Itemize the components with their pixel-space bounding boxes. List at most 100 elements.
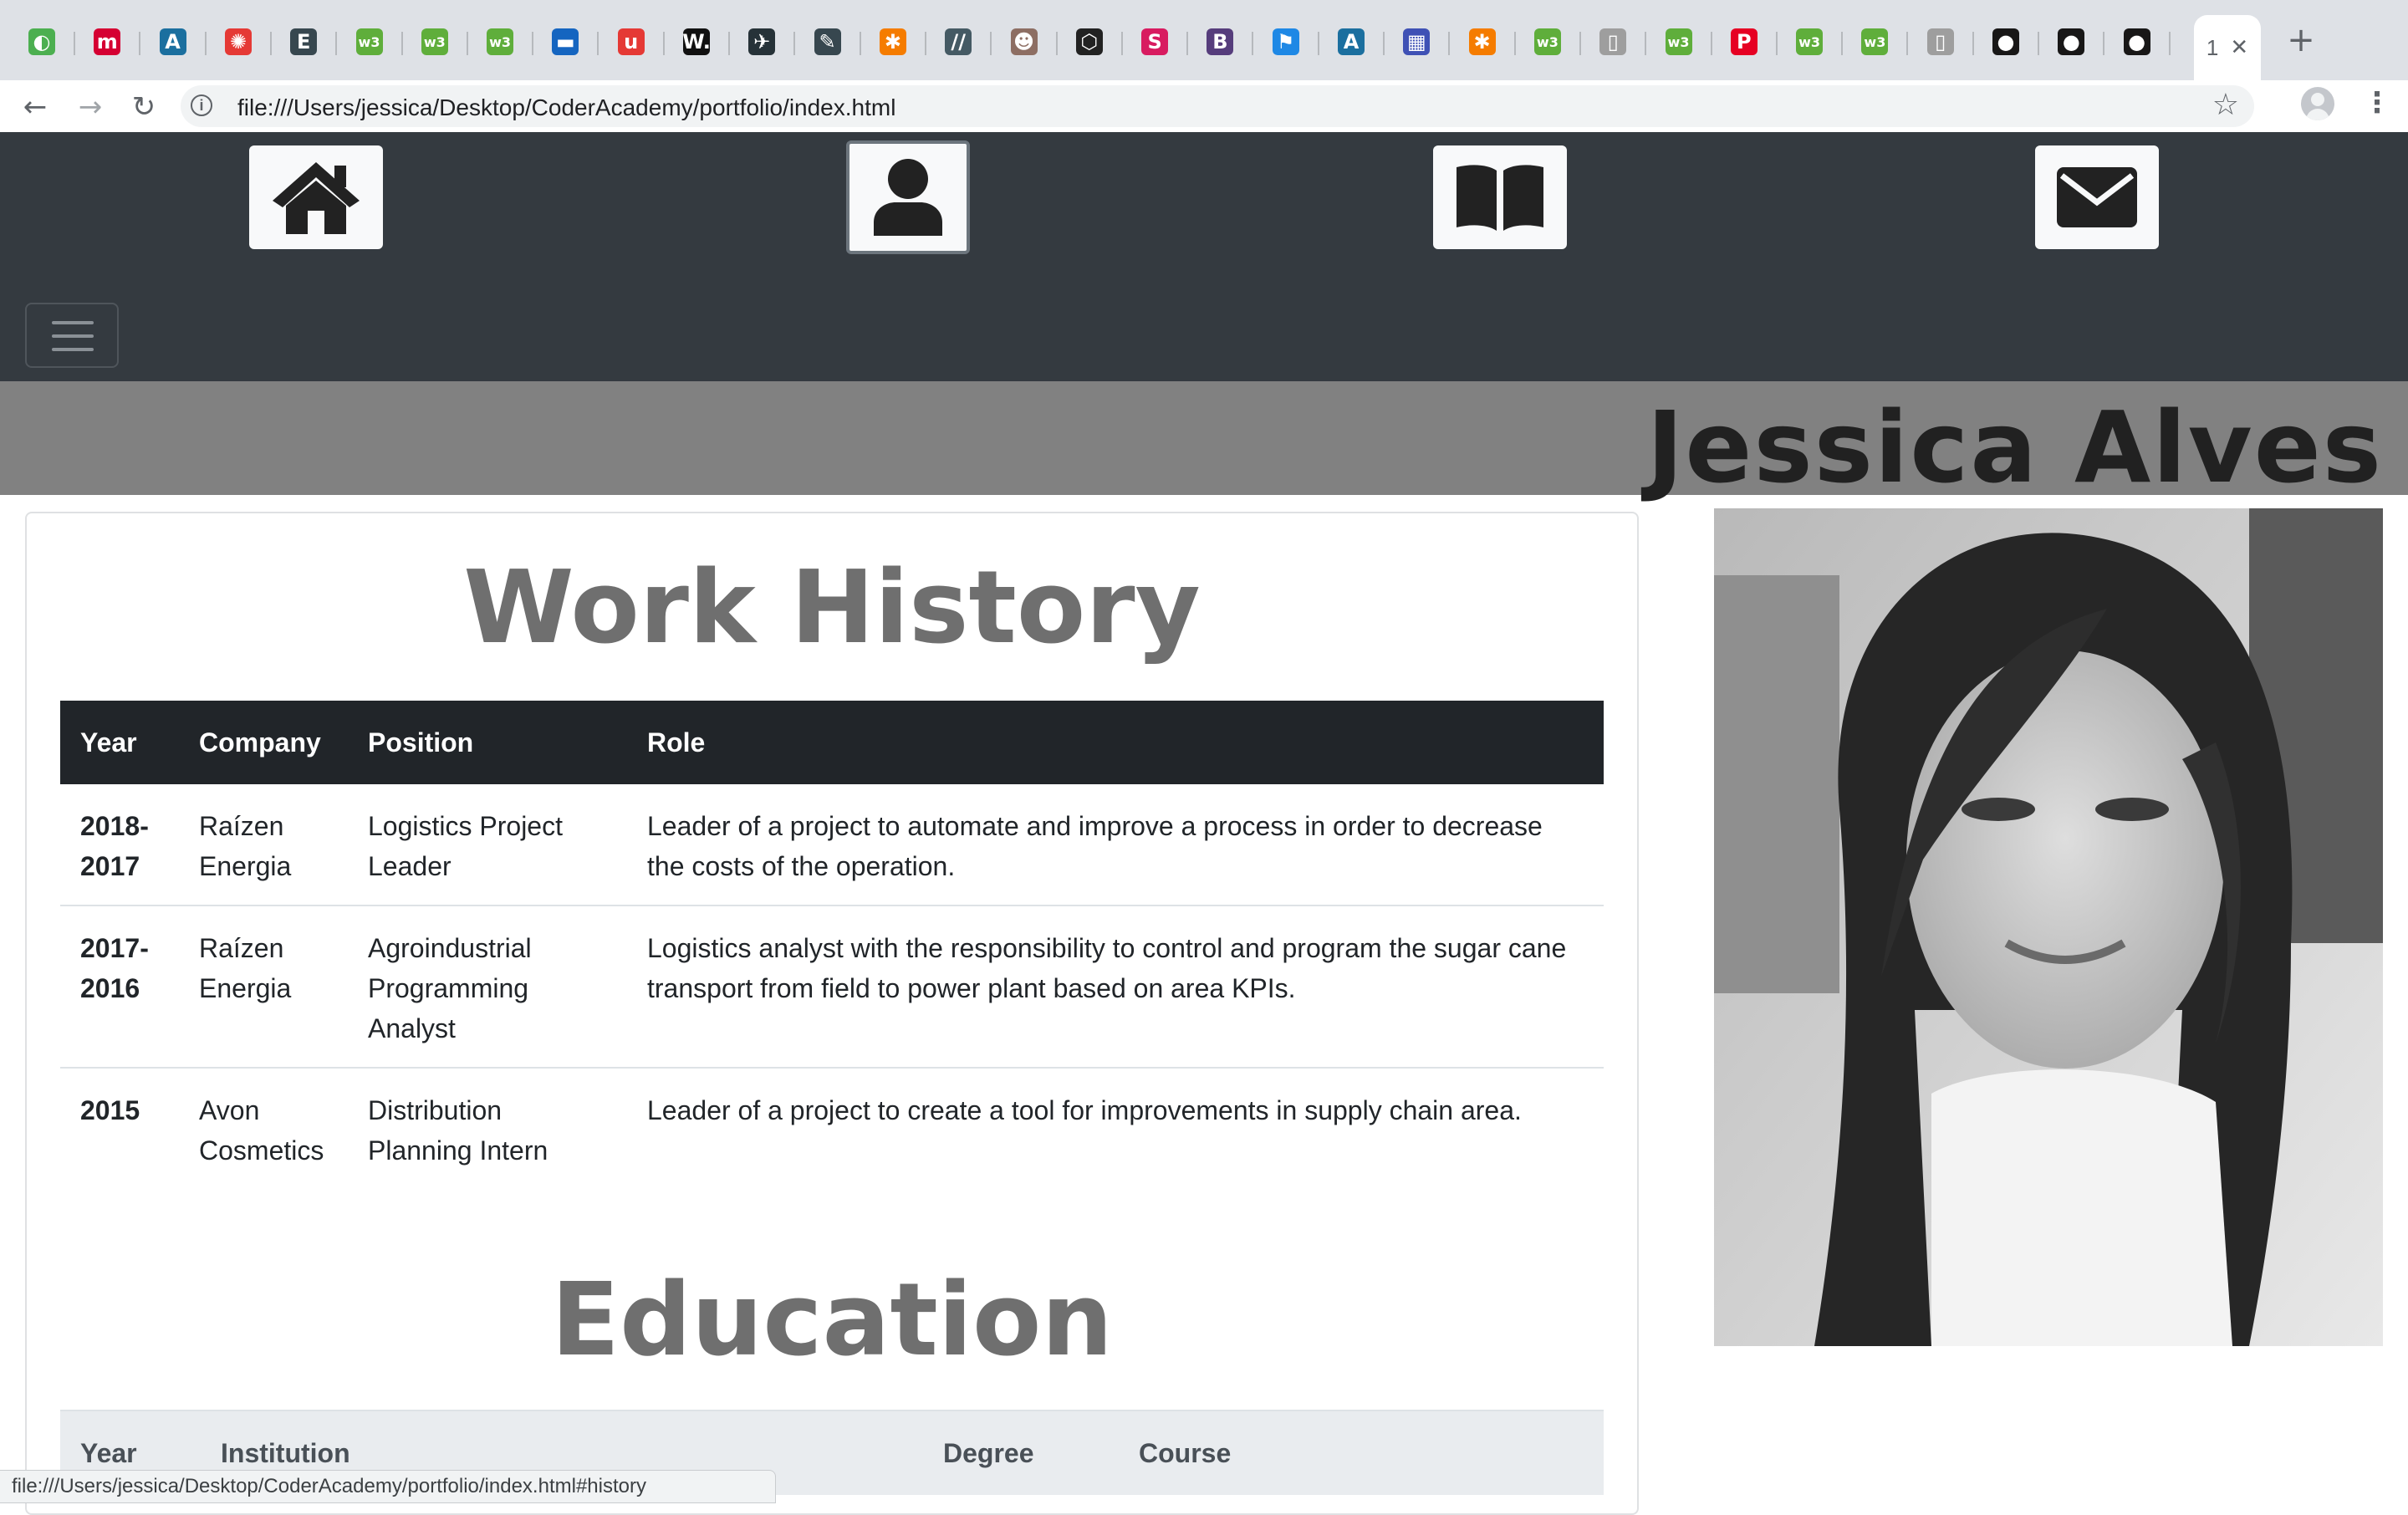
column-header: Company: [179, 701, 348, 784]
book-icon: [1457, 165, 1543, 231]
browser-tab[interactable]: //: [933, 15, 992, 69]
codepen-icon: ⬡: [1075, 28, 1103, 55]
column-header: Year: [60, 701, 179, 784]
browser-menu-icon[interactable]: ⋮: [2363, 89, 2391, 117]
envelope-icon: [2057, 167, 2137, 227]
profile-avatar[interactable]: [2301, 87, 2334, 120]
browser-tab[interactable]: w3: [1654, 15, 1712, 69]
browser-tab[interactable]: w3: [475, 15, 534, 69]
browser-tab[interactable]: ✱: [868, 15, 926, 69]
back-button[interactable]: ←: [17, 89, 54, 125]
pinterest-icon: P: [1730, 28, 1758, 55]
table-header-row: Year Company Position Role: [60, 701, 1604, 784]
new-tab-button[interactable]: +: [2283, 21, 2319, 59]
browser-tab[interactable]: ✺: [213, 15, 272, 69]
tab-separator: [1841, 32, 1844, 55]
browser-tab[interactable]: ◐: [17, 15, 75, 69]
tab-separator: [1120, 32, 1123, 55]
w3-icon: w3: [1796, 28, 1824, 55]
github-icon: ●: [2123, 28, 2150, 55]
browser-tab[interactable]: m: [82, 15, 141, 69]
tab-separator: [1775, 32, 1778, 55]
info-icon[interactable]: i: [191, 94, 212, 116]
nav-home-button[interactable]: [249, 145, 383, 249]
tab-separator: [1579, 32, 1581, 55]
a-logo-icon: A: [1338, 28, 1365, 55]
tab-separator: [1186, 32, 1189, 55]
browser-tab[interactable]: B: [1195, 15, 1254, 69]
site-title: Jessica Alves: [1646, 390, 2383, 505]
status-bar-url: file:///Users/jessica/Desktop/CoderAcade…: [0, 1470, 776, 1503]
nav-portfolio-button[interactable]: [1433, 145, 1567, 249]
browser-tab[interactable]: P: [1719, 15, 1778, 69]
browser-tab[interactable]: S: [1130, 15, 1189, 69]
browser-tab[interactable]: u: [606, 15, 665, 69]
w3-icon: w3: [1665, 28, 1692, 55]
active-tab-title: 1: [2206, 34, 2219, 60]
navbar-toggler-button[interactable]: [25, 303, 119, 368]
tab-separator: [2038, 32, 2039, 55]
flag-icon: ⚑: [1272, 28, 1299, 55]
browser-tab[interactable]: ●: [2046, 15, 2105, 69]
tab-separator: [1513, 32, 1516, 55]
name-banner: Jessica Alves: [0, 381, 2408, 505]
w-logo-icon: W.: [682, 28, 711, 55]
year-cell: 2017- 2016: [60, 905, 179, 1069]
tab-separator: [859, 32, 861, 55]
browser-tab[interactable]: ✈: [737, 15, 796, 69]
robot-icon: ☻: [1010, 28, 1038, 55]
browser-tab[interactable]: ●: [1981, 15, 2039, 69]
github-icon: ●: [2058, 28, 2085, 55]
browser-tab[interactable]: ▯: [1588, 15, 1647, 69]
w3-icon: w3: [421, 28, 448, 55]
tab-separator: [2168, 32, 2171, 55]
browser-tab[interactable]: ⬡: [1064, 15, 1123, 69]
browser-tab[interactable]: E: [278, 15, 338, 69]
browser-tab[interactable]: ●: [2112, 15, 2171, 69]
close-tab-icon[interactable]: ✕: [2230, 35, 2248, 60]
browser-tab[interactable]: W.: [671, 15, 730, 69]
browser-tab[interactable]: ▦: [1391, 15, 1451, 69]
active-tab[interactable]: 1 ✕: [2194, 15, 2261, 80]
reload-button[interactable]: ↻: [125, 89, 162, 125]
position-cell: Distribution Planning Intern: [368, 1095, 548, 1166]
tab-separator: [1383, 32, 1385, 55]
slashes-icon: //: [945, 28, 972, 55]
tab-separator: [1055, 32, 1058, 55]
address-bar[interactable]: i file:///Users/jessica/Desktop/CoderAca…: [181, 85, 2254, 127]
bootstrap-icon: B: [1207, 28, 1234, 55]
url-text[interactable]: file:///Users/jessica/Desktop/CoderAcade…: [237, 94, 895, 121]
forward-button[interactable]: →: [72, 89, 109, 125]
browser-tab[interactable]: w3: [1784, 15, 1844, 69]
company-cell: Raízen Energia: [179, 905, 348, 1069]
browser-tab[interactable]: ⚑: [1261, 15, 1319, 69]
browser-tab[interactable]: ▬: [540, 15, 599, 69]
browser-tab[interactable]: w3: [1849, 15, 1909, 69]
browser-tab[interactable]: w3: [410, 15, 468, 69]
column-header: Position: [348, 701, 627, 784]
browser-tab[interactable]: w3: [344, 15, 403, 69]
browser-tab[interactable]: ☻: [999, 15, 1058, 69]
browser-tab[interactable]: A: [148, 15, 207, 69]
browser-tab[interactable]: w3: [1523, 15, 1581, 69]
position-cell: Logistics Project Leader: [348, 784, 627, 906]
browser-tab[interactable]: A: [1326, 15, 1385, 69]
browser-tab[interactable]: ▯: [1916, 15, 1974, 69]
nav-contact-button[interactable]: [2035, 145, 2159, 249]
column-header: Role: [627, 701, 1604, 784]
browser-tab[interactable]: ✎: [803, 15, 861, 69]
tab-separator: [728, 32, 730, 55]
m-logo-icon: m: [94, 28, 121, 55]
role-cell: Leader of a project to automate and impr…: [627, 784, 1604, 906]
nav-about-button[interactable]: [846, 140, 970, 254]
asterisk-icon: ✱: [1468, 28, 1496, 55]
browser-toolbar: ← → ↻ i file:///Users/jessica/Desktop/Co…: [0, 80, 2408, 133]
table-row: 2018- 2017 Raízen Energia Logistics Projec…: [60, 784, 1604, 906]
tab-separator: [269, 32, 272, 55]
tab-separator: [1645, 32, 1647, 55]
file-icon: ▯: [1599, 28, 1627, 55]
hamburger-icon-line: [52, 348, 94, 351]
browser-tab[interactable]: ✱: [1457, 15, 1516, 69]
user-icon: [874, 159, 942, 236]
bookmark-star-icon[interactable]: ☆: [2212, 88, 2239, 122]
